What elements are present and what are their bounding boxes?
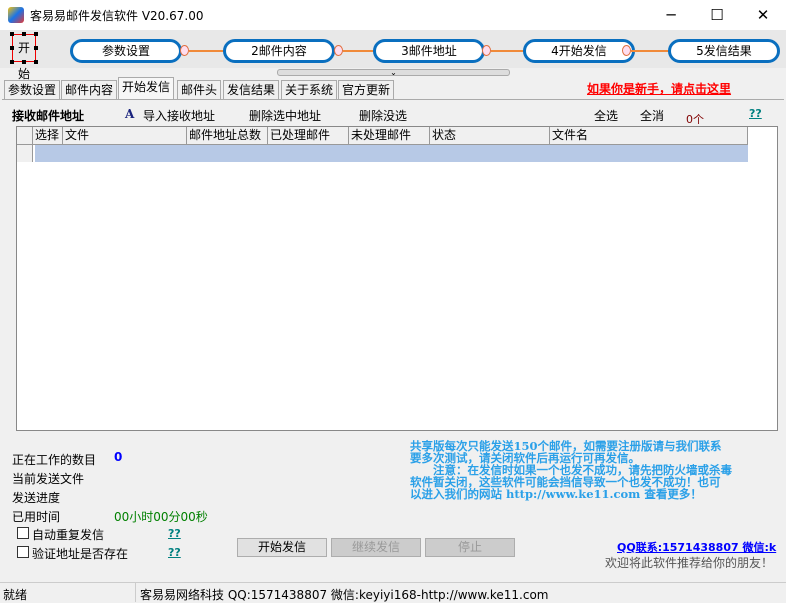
auto-repeat-checkbox[interactable] — [17, 527, 29, 539]
maximize-button[interactable]: ☐ — [694, 0, 740, 30]
status-state: 就绪 — [3, 588, 28, 602]
tab-result[interactable]: 发信结果 — [223, 80, 280, 99]
minimize-button[interactable]: ─ — [648, 0, 694, 30]
delete-selected-button[interactable]: 删除选中地址 — [249, 107, 321, 124]
status-bar: 就绪 客易易网络科技 QQ:1571438807 微信:keyiyi168-ht… — [0, 582, 786, 602]
app-logo-icon — [8, 7, 24, 23]
flow-start[interactable]: 开始 — [12, 34, 36, 81]
arrow-icon — [343, 50, 375, 52]
help-link[interactable]: ?? — [168, 546, 181, 559]
select-all-button[interactable]: 全选 — [594, 107, 618, 124]
section-title: 接收邮件地址 — [12, 109, 85, 123]
start-send-button[interactable]: 开始发信 — [237, 538, 327, 557]
help-link[interactable]: ?? — [168, 527, 181, 540]
column-header[interactable]: 未处理邮件 — [349, 127, 430, 145]
address-grid[interactable]: 选择 文件 邮件地址总数 已处理邮件 未处理邮件 状态 文件名 — [16, 126, 778, 431]
current-file-label: 当前发送文件 — [12, 472, 85, 486]
import-icon: A — [125, 107, 135, 121]
connector — [482, 45, 491, 56]
tab-about[interactable]: 关于系统 — [281, 80, 338, 99]
table-row[interactable] — [35, 145, 748, 162]
progress-label: 发送进度 — [12, 491, 61, 505]
title-bar: 客易易邮件发信软件 V20.67.00 ─ ☐ ✕ — [0, 0, 786, 30]
arrow-icon — [491, 50, 525, 52]
elapsed-label: 已用时间 — [12, 510, 61, 524]
column-header[interactable]: 已处理邮件 — [268, 127, 349, 145]
workflow-bar: 参数设置 2邮件内容 3邮件地址 4开始发信 5发信结果 — [0, 30, 786, 68]
row-header — [17, 145, 33, 162]
column-header[interactable]: 文件名 — [550, 127, 748, 145]
column-header[interactable]: 邮件地址总数 — [187, 127, 268, 145]
row-header — [17, 127, 33, 145]
divider — [2, 99, 784, 101]
tab-params[interactable]: 参数设置 — [4, 80, 61, 99]
flow-step-content[interactable]: 2邮件内容 — [223, 39, 335, 63]
resume-send-button[interactable]: 继续发信 — [331, 538, 421, 557]
working-count-value: 0 — [114, 450, 123, 464]
contact-link[interactable]: QQ联系:1571438807 微信:k — [617, 539, 783, 555]
flow-step-send[interactable]: 4开始发信 — [523, 39, 635, 63]
elapsed-value: 00小时00分00秒 — [114, 510, 208, 524]
address-count: 0个 — [686, 113, 704, 126]
tab-send[interactable]: 开始发信 — [118, 77, 175, 99]
divider — [135, 583, 136, 602]
flow-step-address[interactable]: 3邮件地址 — [373, 39, 485, 63]
window-title: 客易易邮件发信软件 V20.67.00 — [30, 9, 204, 23]
working-count-label: 正在工作的数目 — [12, 453, 97, 467]
flow-step-result[interactable]: 5发信结果 — [668, 39, 780, 63]
column-header[interactable]: 文件 — [63, 127, 187, 145]
import-button[interactable]: 导入接收地址 — [143, 107, 215, 124]
verify-address-label: 验证地址是否存在 — [32, 547, 129, 561]
auto-repeat-label: 自动重复发信 — [32, 528, 105, 542]
flow-step-params[interactable]: 参数设置 — [70, 39, 182, 63]
help-link[interactable]: ?? — [749, 107, 762, 120]
connector — [180, 45, 189, 56]
tab-update[interactable]: 官方更新 — [338, 80, 395, 99]
tab-header[interactable]: 邮件头 — [177, 80, 222, 99]
verify-address-checkbox[interactable] — [17, 546, 29, 558]
connector — [622, 45, 631, 56]
arrow-icon — [189, 50, 225, 52]
tab-content[interactable]: 邮件内容 — [61, 80, 118, 99]
deselect-all-button[interactable]: 全消 — [640, 107, 664, 124]
recommend-text: 欢迎将此软件推荐给你的朋友！ — [605, 556, 774, 570]
column-header[interactable]: 选择 — [33, 127, 63, 145]
stop-button[interactable]: 停止 — [425, 538, 515, 557]
status-info: 客易易网络科技 QQ:1571438807 微信:keyiyi168-http:… — [140, 588, 549, 602]
arrow-icon — [631, 50, 669, 52]
notice-line: 以进入我们的网站 http://www.ke11.com 查看更多！ — [410, 487, 702, 501]
notice-text: 共享版每次只能发送150个邮件，如需要注册版请与我们联系 要多次测试，请关闭软件… — [410, 440, 770, 500]
connector — [334, 45, 343, 56]
splitter-handle[interactable]: ⌄ — [277, 69, 510, 77]
newbie-link[interactable]: 如果你是新手，请点击这里 — [587, 80, 731, 97]
close-button[interactable]: ✕ — [740, 0, 786, 30]
column-header[interactable]: 状态 — [430, 127, 550, 145]
delete-unselected-button[interactable]: 删除没选 — [359, 107, 407, 124]
